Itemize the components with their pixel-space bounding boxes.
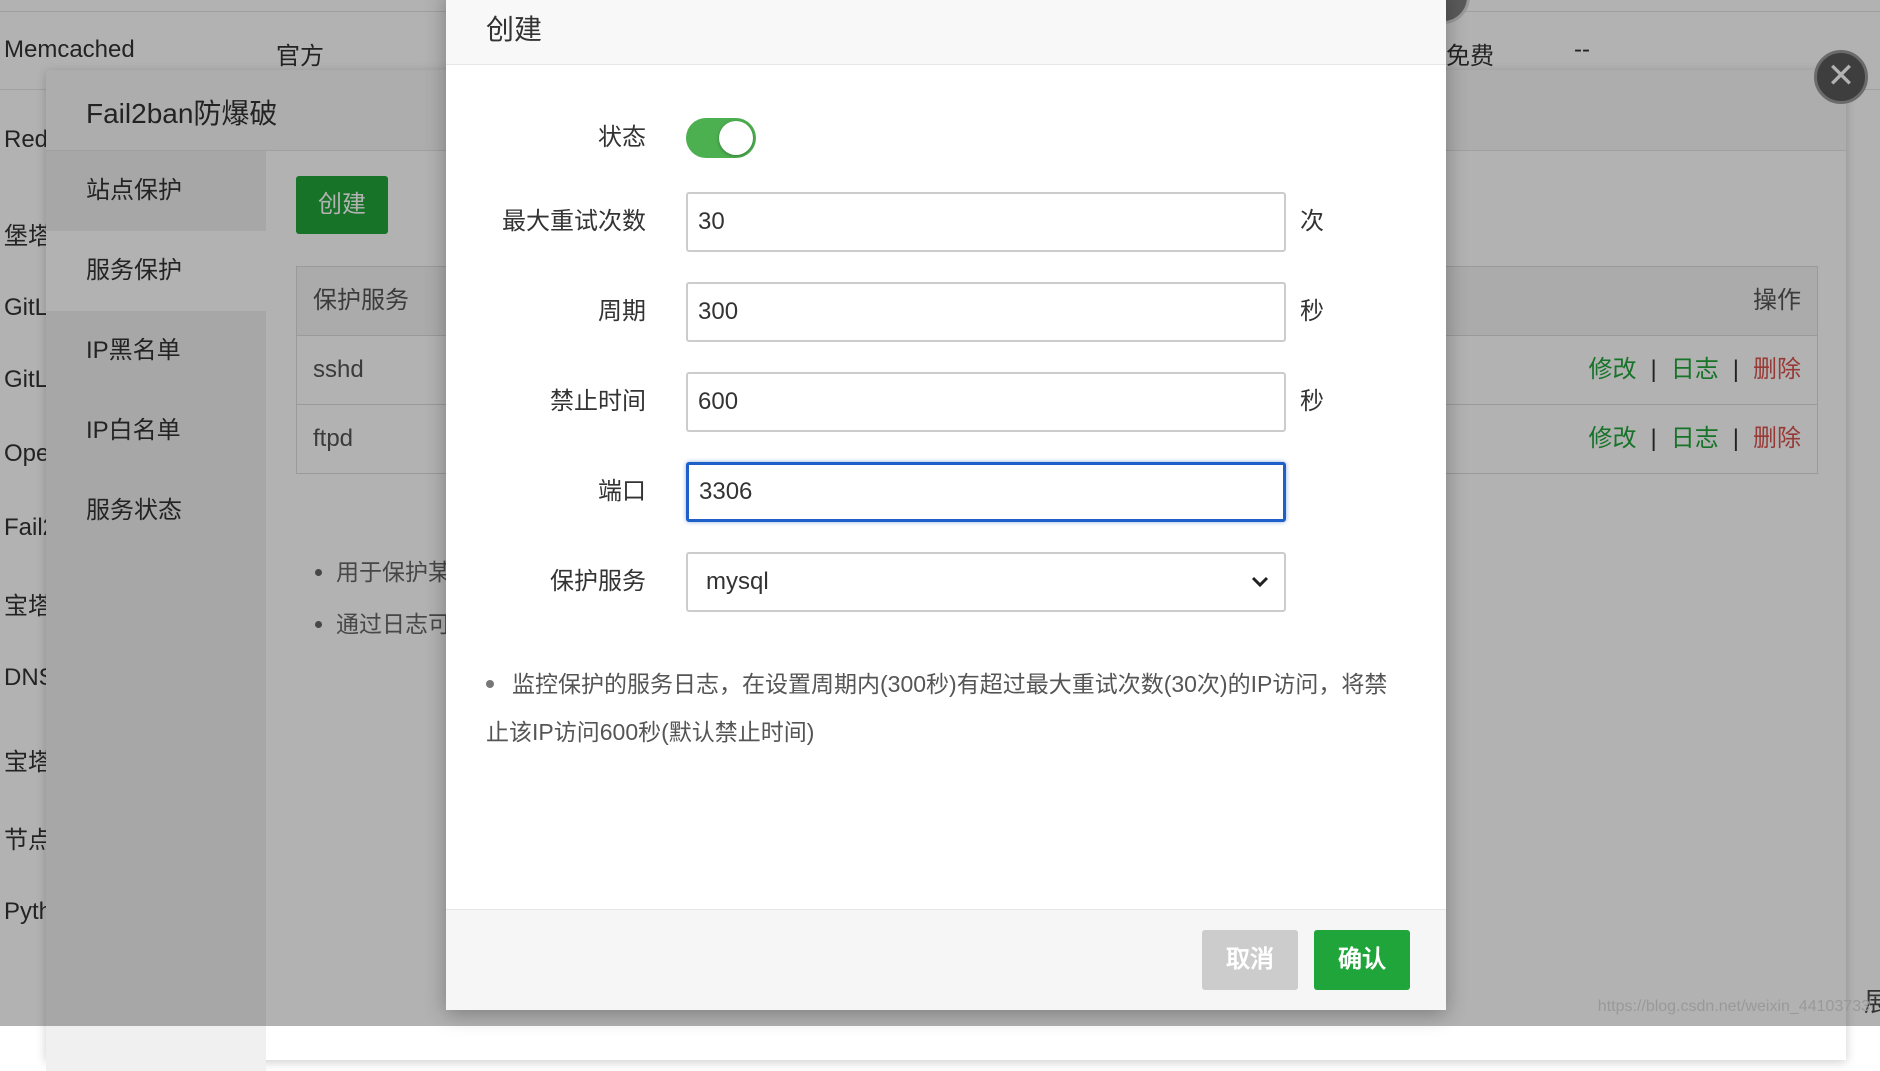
port-row: 端口 (446, 462, 1446, 522)
dialog-title: 创建 (486, 14, 543, 45)
ban-time-unit: 秒 (1300, 388, 1324, 415)
status-row: 状态 (446, 108, 1446, 168)
period-label: 周期 (598, 298, 646, 325)
port-input[interactable] (686, 462, 1286, 522)
dialog-header: 创建 (446, 0, 1446, 65)
service-label: 保护服务 (550, 568, 646, 595)
confirm-button[interactable]: 确认 (1314, 930, 1410, 990)
dialog-tip-text: 监控保护的服务日志，在设置周期内(300秒)有超过最大重试次数(30次)的IP访… (486, 671, 1388, 745)
max-retry-input[interactable] (686, 192, 1286, 252)
create-dialog: 创建 状态 最大重试次数 次 周期 秒 禁止时间 秒 端口 保护服务 mysql (446, 0, 1446, 1010)
status-label: 状态 (598, 124, 646, 151)
watermark-text: https://blog.csdn.net/weixin_44103733 (1597, 998, 1870, 1015)
status-toggle[interactable] (686, 118, 756, 158)
port-label: 端口 (598, 478, 646, 505)
max-retry-row: 最大重试次数 次 (446, 192, 1446, 252)
bullet-icon (486, 680, 494, 688)
service-select[interactable]: mysql (686, 552, 1286, 612)
cancel-button[interactable]: 取消 (1202, 930, 1298, 990)
ban-time-label: 禁止时间 (550, 388, 646, 415)
dialog-tip: 监控保护的服务日志，在设置周期内(300秒)有超过最大重试次数(30次)的IP访… (486, 660, 1406, 756)
period-unit: 秒 (1300, 298, 1324, 325)
max-retry-unit: 次 (1300, 208, 1324, 235)
period-input[interactable] (686, 282, 1286, 342)
period-row: 周期 秒 (446, 282, 1446, 342)
ban-time-input[interactable] (686, 372, 1286, 432)
toggle-knob (719, 121, 753, 155)
service-select-value: mysql (706, 568, 769, 595)
service-row: 保护服务 mysql (446, 552, 1446, 612)
dialog-footer: 取消 确认 (446, 909, 1446, 1010)
chevron-down-icon (1250, 554, 1270, 631)
ban-time-row: 禁止时间 秒 (446, 372, 1446, 432)
max-retry-label: 最大重试次数 (502, 208, 646, 235)
